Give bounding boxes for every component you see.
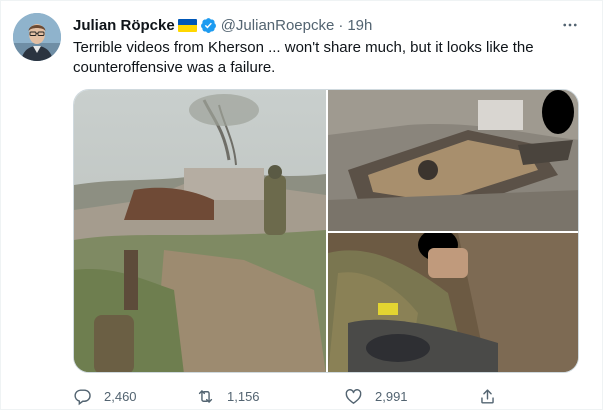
photo-soldiers-closeup[interactable] — [328, 233, 578, 372]
tweet[interactable]: Julian Röpcke @JulianRoepcke · 19h Terri… — [0, 0, 603, 410]
flag-yellow-stripe — [177, 25, 197, 32]
verified-badge-icon — [200, 17, 217, 34]
retweet-icon — [196, 387, 215, 406]
reply-button[interactable]: 2,460 — [73, 384, 137, 408]
share-icon — [478, 387, 497, 406]
more-horizontal-icon[interactable] — [558, 15, 582, 35]
media-grid — [73, 89, 579, 373]
avatar[interactable] — [13, 13, 61, 61]
like-count: 2,991 — [375, 388, 408, 404]
tweet-text-line: counteroffensive was a failure. — [73, 59, 276, 76]
photo-destroyed-vehicle[interactable] — [328, 90, 578, 231]
retweet-button[interactable]: 1,156 — [196, 384, 260, 408]
author-name[interactable]: Julian Röpcke — [73, 17, 175, 34]
tweet-header: Julian Röpcke @JulianRoepcke · 19h — [73, 15, 372, 35]
ukraine-flag-icon — [177, 18, 197, 32]
photo-soldiers-field[interactable] — [74, 90, 326, 372]
reply-count: 2,460 — [104, 388, 137, 404]
separator-dot: · — [338, 16, 344, 34]
like-button[interactable]: 2,991 — [344, 384, 408, 408]
tweet-timestamp[interactable]: 19h — [347, 17, 372, 34]
author-handle[interactable]: @JulianRoepcke — [221, 17, 335, 34]
reply-icon — [73, 387, 92, 406]
tweet-text-line: Terrible videos from Kherson ... won't s… — [73, 39, 534, 56]
heart-icon — [344, 387, 363, 406]
retweet-count: 1,156 — [227, 388, 260, 404]
tweet-text: Terrible videos from Kherson ... won't s… — [73, 38, 583, 78]
tweet-actions: 2,460 1,156 2,991 — [73, 384, 583, 408]
share-button[interactable] — [478, 384, 497, 408]
